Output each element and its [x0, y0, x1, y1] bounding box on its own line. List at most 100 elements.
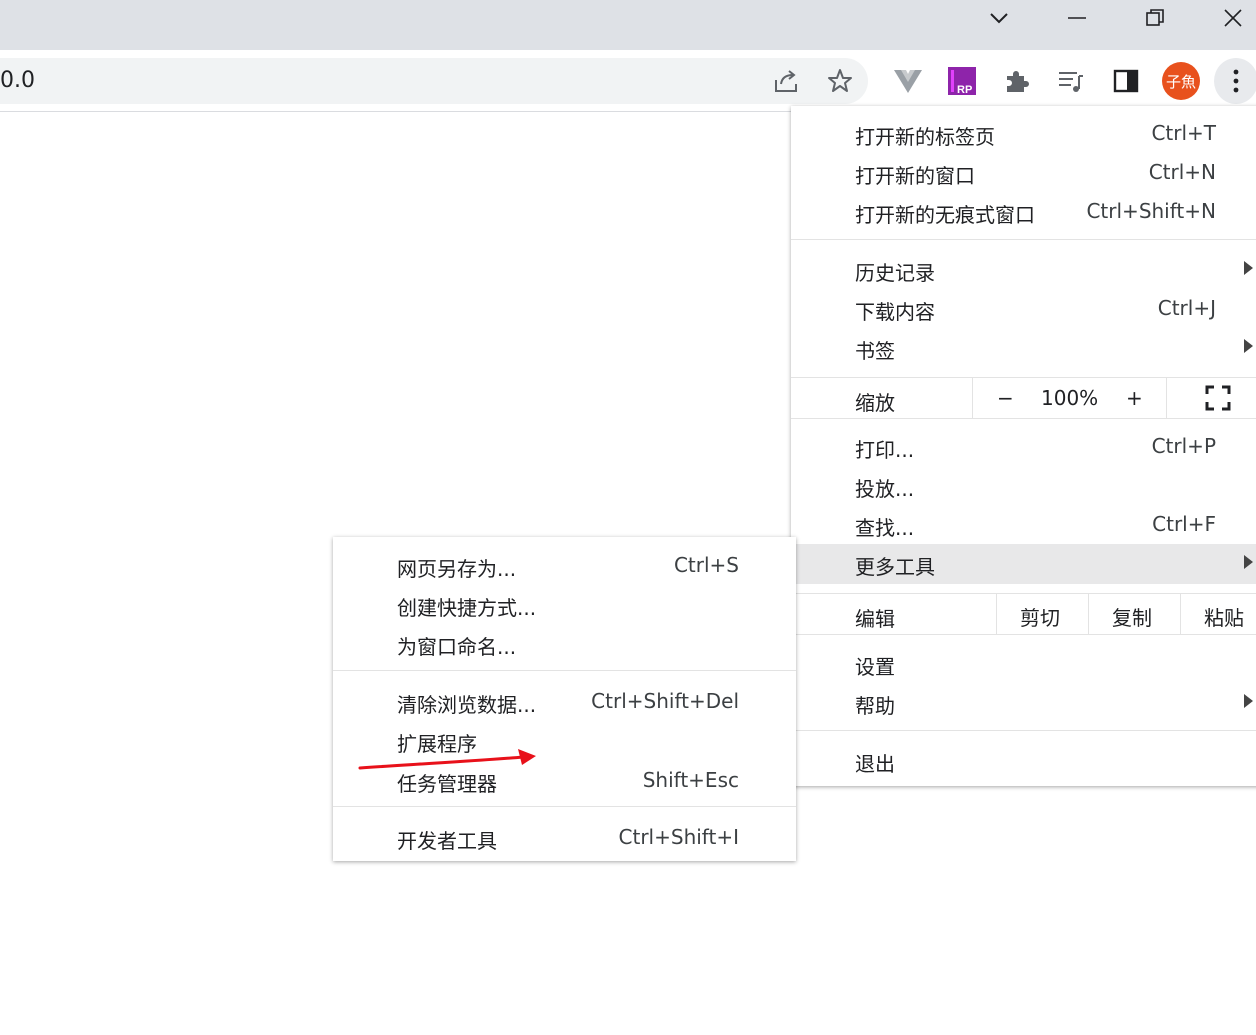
menu-item-label: 退出 — [855, 752, 895, 776]
menu-item-shortcut: Ctrl+P — [1151, 434, 1216, 458]
vue-logo-icon — [894, 70, 922, 93]
menu-item-new-window[interactable]: 打开新的窗口 Ctrl+N — [791, 153, 1256, 192]
submenu-arrow-icon — [1244, 339, 1253, 353]
menu-item-downloads[interactable]: 下载内容 Ctrl+J — [791, 289, 1256, 328]
share-button[interactable] — [764, 58, 808, 104]
menu-item-shortcut: Ctrl+F — [1152, 512, 1216, 536]
zoom-label: 缩放 — [855, 391, 895, 415]
submenu-item-create-shortcut[interactable]: 创建快捷方式... — [333, 585, 796, 624]
kebab-menu-icon — [1233, 69, 1239, 93]
minimize-button[interactable] — [1038, 0, 1116, 36]
browser-toolbar: 0.0 RP 子魚 — [0, 50, 1256, 112]
menu-item-shortcut: Ctrl+Shift+I — [618, 825, 739, 849]
zoom-out-button[interactable]: − — [997, 386, 1014, 410]
menu-item-label: 查找... — [855, 516, 915, 540]
address-bar[interactable]: 0.0 — [0, 58, 868, 104]
extensions-button[interactable] — [995, 58, 1039, 104]
submenu-item-save-page[interactable]: 网页另存为... Ctrl+S — [333, 546, 796, 585]
restore-button[interactable] — [1116, 0, 1194, 36]
zoom-divider — [972, 378, 973, 418]
menu-item-label: 书签 — [855, 339, 895, 363]
vue-devtools-extension[interactable] — [886, 58, 930, 104]
menu-divider — [333, 670, 796, 671]
axure-rp-extension[interactable]: RP — [940, 58, 984, 104]
paste-button[interactable]: 粘贴 — [1204, 602, 1244, 631]
menu-item-label: 打印... — [855, 438, 915, 462]
menu-item-label: 投放... — [855, 477, 915, 501]
tab-search-button[interactable] — [960, 0, 1038, 36]
menu-item-exit[interactable]: 退出 — [791, 741, 1256, 780]
reading-list-button[interactable] — [1049, 58, 1093, 104]
submenu-arrow-icon — [1244, 694, 1253, 708]
zoom-divider — [1166, 378, 1167, 418]
chevron-down-icon — [990, 13, 1008, 24]
menu-item-label: 开发者工具 — [397, 829, 497, 853]
menu-item-settings[interactable]: 设置 — [791, 644, 1256, 683]
menu-item-bookmarks[interactable]: 书签 — [791, 328, 1256, 367]
submenu-item-dev-tools[interactable]: 开发者工具 Ctrl+Shift+I — [333, 818, 796, 857]
menu-item-label: 为窗口命名... — [397, 635, 517, 659]
menu-item-zoom: 缩放 − 100% + — [791, 378, 1256, 418]
profile-avatar[interactable]: 子魚 — [1162, 62, 1200, 100]
menu-divider — [791, 634, 1256, 635]
menu-item-label: 设置 — [855, 655, 895, 679]
side-panel-icon — [1113, 69, 1139, 93]
fullscreen-icon — [1205, 385, 1231, 411]
submenu-item-clear-data[interactable]: 清除浏览数据... Ctrl+Shift+Del — [333, 682, 796, 721]
menu-item-label: 帮助 — [855, 694, 895, 718]
cut-button[interactable]: 剪切 — [1020, 602, 1060, 631]
menu-divider — [791, 418, 1256, 419]
svg-text:RP: RP — [957, 84, 972, 96]
menu-item-new-tab[interactable]: 打开新的标签页 Ctrl+T — [791, 114, 1256, 153]
submenu-arrow-icon — [1244, 261, 1253, 275]
submenu-arrow-icon — [1244, 555, 1253, 569]
edit-divider — [996, 594, 997, 634]
menu-item-find[interactable]: 查找... Ctrl+F — [791, 505, 1256, 544]
fullscreen-button[interactable] — [1205, 385, 1231, 416]
address-text[interactable]: 0.0 — [0, 68, 35, 93]
axure-rp-icon: RP — [948, 67, 976, 96]
reading-list-icon — [1059, 72, 1083, 92]
menu-item-label: 历史记录 — [855, 261, 935, 285]
menu-item-shortcut: Ctrl+Shift+Del — [591, 689, 739, 713]
close-icon — [1224, 9, 1242, 27]
menu-item-label: 打开新的标签页 — [855, 125, 995, 149]
menu-item-cast[interactable]: 投放... — [791, 466, 1256, 505]
share-icon — [775, 70, 797, 92]
chrome-main-menu: 打开新的标签页 Ctrl+T 打开新的窗口 Ctrl+N 打开新的无痕式窗口 C… — [791, 106, 1256, 786]
close-button[interactable] — [1194, 0, 1256, 36]
menu-item-more-tools[interactable]: 更多工具 — [791, 544, 1256, 584]
menu-item-label: 打开新的无痕式窗口 — [855, 203, 1035, 227]
menu-item-shortcut: Ctrl+T — [1151, 121, 1216, 145]
chrome-menu-button[interactable] — [1214, 58, 1256, 104]
edit-label: 编辑 — [855, 607, 895, 631]
menu-item-label: 更多工具 — [855, 555, 935, 579]
copy-button[interactable]: 复制 — [1112, 602, 1152, 631]
menu-item-shortcut: Ctrl+J — [1157, 296, 1216, 320]
edit-divider — [1180, 594, 1181, 634]
menu-item-label: 打开新的窗口 — [855, 164, 975, 188]
more-tools-submenu: 网页另存为... Ctrl+S 创建快捷方式... 为窗口命名... 清除浏览数… — [333, 537, 796, 861]
menu-item-label: 下载内容 — [855, 300, 935, 324]
menu-item-edit: 编辑 剪切 复制 粘贴 — [791, 594, 1256, 634]
menu-item-label: 创建快捷方式... — [397, 596, 537, 620]
menu-item-history[interactable]: 历史记录 — [791, 250, 1256, 289]
menu-item-print[interactable]: 打印... Ctrl+P — [791, 427, 1256, 466]
menu-item-label: 清除浏览数据... — [397, 693, 537, 717]
bookmark-star-button[interactable] — [818, 58, 862, 104]
menu-divider — [791, 730, 1256, 731]
side-panel-button[interactable] — [1104, 58, 1148, 104]
menu-item-shortcut: Ctrl+N — [1148, 160, 1216, 184]
zoom-in-button[interactable]: + — [1126, 386, 1143, 410]
submenu-item-name-window[interactable]: 为窗口命名... — [333, 624, 796, 663]
puzzle-icon — [1007, 71, 1029, 92]
menu-divider — [791, 239, 1256, 240]
star-icon — [828, 69, 852, 92]
menu-divider — [333, 806, 796, 807]
zoom-level: 100% — [1041, 386, 1099, 410]
menu-item-help[interactable]: 帮助 — [791, 683, 1256, 722]
menu-item-shortcut: Ctrl+Shift+N — [1086, 199, 1216, 223]
title-bar — [0, 0, 1256, 50]
menu-item-incognito[interactable]: 打开新的无痕式窗口 Ctrl+Shift+N — [791, 192, 1256, 231]
menu-item-shortcut: Shift+Esc — [642, 768, 739, 792]
